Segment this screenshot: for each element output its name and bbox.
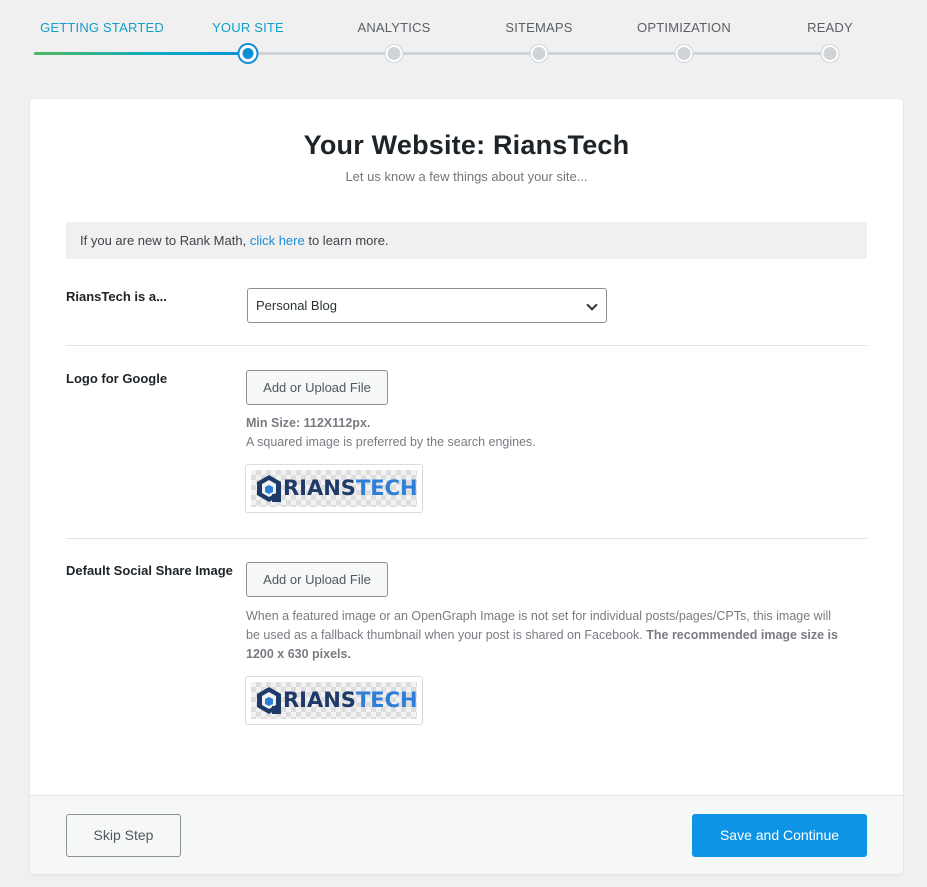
divider <box>66 538 867 539</box>
learn-more-link[interactable]: click here <box>250 233 305 248</box>
logo-upload-button[interactable]: Add or Upload File <box>246 370 388 405</box>
step-your-site[interactable]: YOUR SITE <box>212 20 284 35</box>
step-dot-optimization[interactable] <box>675 45 693 62</box>
steps-progress <box>34 52 248 55</box>
step-dot-ready[interactable] <box>821 45 839 62</box>
setup-steps: GETTING STARTED YOUR SITE ANALYTICS SITE… <box>0 0 927 70</box>
logo-min-size: Min Size: 112X112px. <box>246 416 371 430</box>
step-optimization[interactable]: OPTIMIZATION <box>637 20 731 35</box>
wizard-card: Your Website: RiansTech Let us know a fe… <box>30 99 903 874</box>
notice-suffix: to learn more. <box>304 233 389 248</box>
logo-preview[interactable]: RIANSTECH <box>245 464 423 513</box>
page-subtitle: Let us know a few things about your site… <box>345 169 588 184</box>
rianstech-logo-icon <box>257 475 281 502</box>
wizard-footer: Skip Step Save and Continue <box>30 795 903 874</box>
logo-image: RIANSTECH <box>251 470 417 507</box>
step-dot-analytics[interactable] <box>385 45 403 62</box>
site-type-selected: Personal Blog <box>256 298 337 313</box>
save-and-continue-button[interactable]: Save and Continue <box>692 814 867 857</box>
page-title: Your Website: RiansTech <box>303 130 630 160</box>
info-notice: If you are new to Rank Math, click here … <box>66 222 867 259</box>
step-dot-sitemaps[interactable] <box>530 45 548 62</box>
step-dot-your-site[interactable] <box>239 45 257 62</box>
site-type-select[interactable]: Personal Blog <box>247 288 607 323</box>
logo-wordmark: RIANSTECH <box>283 476 417 500</box>
rianstech-logo-icon <box>257 687 281 714</box>
notice-prefix: If you are new to Rank Math, <box>80 233 250 248</box>
step-getting-started[interactable]: GETTING STARTED <box>40 20 164 35</box>
logo-label: Logo for Google <box>66 371 168 386</box>
chevron-down-icon <box>586 299 598 311</box>
logo-wordmark: RIANSTECH <box>283 688 417 712</box>
step-ready[interactable]: READY <box>807 20 853 35</box>
social-image-preview[interactable]: RIANSTECH <box>245 676 423 725</box>
step-sitemaps[interactable]: SITEMAPS <box>505 20 572 35</box>
site-type-label: RiansTech is a... <box>66 289 167 304</box>
step-analytics[interactable]: ANALYTICS <box>357 20 430 35</box>
skip-step-button[interactable]: Skip Step <box>66 814 181 857</box>
social-image: RIANSTECH <box>251 682 417 719</box>
divider <box>66 345 867 346</box>
social-upload-button[interactable]: Add or Upload File <box>246 562 388 597</box>
logo-help: A squared image is preferred by the sear… <box>246 435 536 449</box>
social-image-label: Default Social Share Image <box>66 563 233 578</box>
social-help: When a featured image or an OpenGraph Im… <box>246 609 838 661</box>
